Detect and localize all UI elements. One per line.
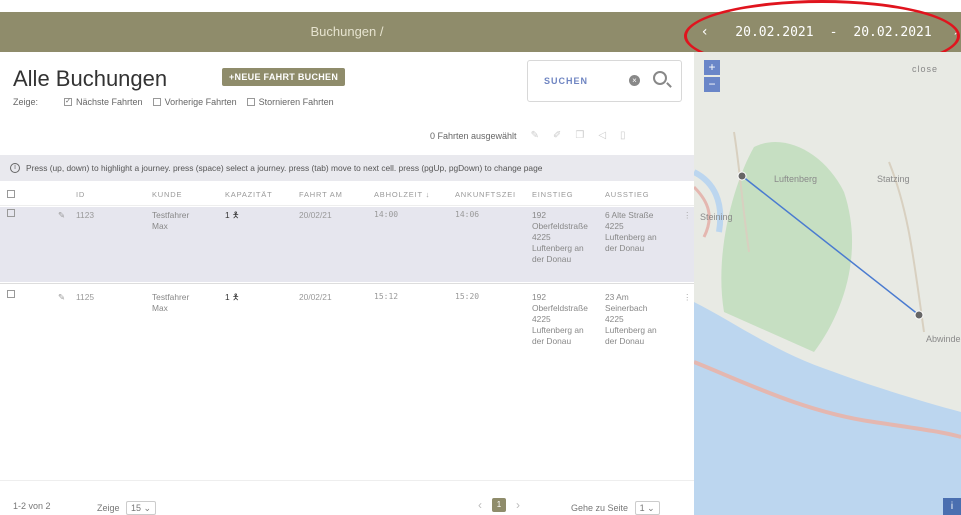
- cell-id: 1125: [76, 292, 95, 302]
- cell-fahrt-am: 20/02/21: [299, 292, 332, 302]
- person-icon: 🯅: [232, 210, 240, 220]
- date-range-picker[interactable]: ‹ 20.02.2021 - 20.02.2021 ›: [700, 12, 961, 52]
- chevron-left-icon[interactable]: ‹: [700, 24, 709, 40]
- header-fahrt-am[interactable]: FAHRT AM: [299, 190, 343, 199]
- cell-abholzeit: 15:12: [374, 292, 399, 301]
- cell-einstieg: 192 Oberfeldstraße 4225 Luftenberg an de…: [532, 210, 588, 264]
- table-footer: 1-2 von 2 Zeige 15 ⌄ ‹ 1 › Gehe zu Seite…: [0, 480, 694, 515]
- cell-ankunftszeit: 15:20: [455, 292, 480, 301]
- close-map-button[interactable]: close: [912, 64, 938, 74]
- header-id[interactable]: ID: [76, 190, 85, 199]
- pin-icon[interactable]: ✎: [531, 130, 539, 141]
- person-icon: 🯅: [232, 292, 240, 302]
- cell-einstieg: 192 Oberfeldstraße 4225 Luftenberg an de…: [532, 292, 588, 346]
- map-label: Luftenberg: [774, 174, 818, 184]
- next-page-button[interactable]: ›: [516, 498, 520, 512]
- dropoff-marker: [914, 310, 924, 320]
- table-header: ID KUNDE KAPAZITÄT FAHRT AM ABHOLZEIT ↓ …: [0, 190, 694, 206]
- row-menu-icon[interactable]: ⋮: [683, 292, 691, 302]
- selected-count: 0 Fahrten ausgewählt: [430, 130, 517, 141]
- date-from[interactable]: 20.02.2021: [735, 25, 813, 40]
- keyboard-hint: i Press (up, down) to highlight a journe…: [0, 155, 694, 181]
- map-label: Abwinde: [926, 334, 961, 344]
- breadcrumb[interactable]: Buchungen /: [0, 12, 694, 52]
- header-ankunftszeit[interactable]: ANKUNFTSZEI: [455, 190, 516, 199]
- current-page-button[interactable]: 1: [492, 498, 506, 512]
- pagination: ‹ 1 ›: [478, 498, 520, 512]
- top-bar: Buchungen / ‹ 20.02.2021 - 20.02.2021 ›: [0, 12, 961, 52]
- filter-previous-trips[interactable]: Vorherige Fahrten: [152, 97, 237, 107]
- cell-kapazitaet: 1 🯅: [225, 210, 240, 220]
- date-to[interactable]: 20.02.2021: [853, 25, 931, 40]
- copy-icon[interactable]: ❐: [575, 130, 584, 141]
- cell-fahrt-am: 20/02/21: [299, 210, 332, 220]
- row-menu-icon[interactable]: ⋮: [683, 210, 691, 220]
- checkbox-checked-icon[interactable]: ✓: [64, 98, 73, 106]
- header-abholzeit[interactable]: ABHOLZEIT ↓: [374, 190, 430, 199]
- table-row[interactable]: ✎ 1123 Testfahrer Max 1 🯅 20/02/21 14:00 …: [0, 207, 694, 282]
- new-booking-button[interactable]: +NEUE FAHRT BUCHEN: [222, 68, 346, 86]
- table-row[interactable]: ✎ 1125 Testfahrer Max 1 🯅 20/02/21 15:12 …: [0, 283, 694, 373]
- map-canvas[interactable]: [694, 52, 961, 515]
- map-label: Steining: [700, 212, 733, 222]
- goto-page-select[interactable]: 1 ⌄: [634, 501, 660, 515]
- filter-cancelled-trips[interactable]: Stornieren Fahrten: [246, 97, 334, 107]
- cell-ankunftszeit: 14:06: [455, 210, 480, 219]
- goto-page-control: Gehe zu Seite 1 ⌄: [571, 501, 660, 515]
- filter-next-trips[interactable]: ✓ Nächste Fahrten: [64, 97, 143, 107]
- selection-toolbar: 0 Fahrten ausgewählt ✎ ✐ ❐ ◁ ▯: [430, 130, 626, 141]
- header-kunde[interactable]: KUNDE: [152, 190, 182, 199]
- result-range: 1-2 von 2: [13, 501, 51, 511]
- prev-page-button[interactable]: ‹: [478, 498, 482, 512]
- map-label: Statzing: [877, 174, 910, 184]
- delete-icon[interactable]: ▯: [620, 130, 626, 141]
- date-separator: -: [829, 24, 838, 40]
- checkbox-icon[interactable]: [246, 98, 255, 106]
- checkbox-icon[interactable]: [152, 98, 161, 106]
- cell-ausstieg: 23 Am Seinerbach 4225 Luftenberg an der …: [605, 292, 657, 346]
- pickup-marker: [737, 171, 747, 181]
- pencil-icon[interactable]: ✎: [58, 292, 65, 302]
- zoom-out-button[interactable]: −: [704, 77, 720, 92]
- zoom-in-button[interactable]: +: [704, 60, 720, 75]
- header-ausstieg[interactable]: AUSSTIEG: [605, 190, 649, 199]
- header-kapazitaet[interactable]: KAPAZITÄT: [225, 190, 272, 199]
- search-icon[interactable]: [653, 71, 667, 85]
- cell-kunde: Testfahrer Max: [152, 292, 190, 313]
- info-icon: i: [10, 163, 20, 173]
- pencil-icon[interactable]: ✎: [58, 210, 65, 220]
- filter-row: Zeige: ✓ Nächste Fahrten Vorherige Fahrte…: [13, 97, 344, 107]
- cell-id: 1123: [76, 210, 95, 220]
- clear-icon[interactable]: ×: [629, 75, 640, 86]
- cell-kunde: Testfahrer Max: [152, 210, 190, 231]
- search-box[interactable]: SUCHEN ×: [527, 60, 682, 102]
- route-map[interactable]: + − close Luftenberg Statzing Steining A…: [694, 52, 961, 515]
- page-size-control: Zeige 15 ⌄: [97, 501, 157, 515]
- map-info-button[interactable]: i: [943, 498, 961, 515]
- cell-kapazitaet: 1 🯅: [225, 292, 240, 302]
- header-einstieg[interactable]: EINSTIEG: [532, 190, 573, 199]
- page-title: Alle Buchungen: [13, 66, 168, 91]
- page-size-select[interactable]: 15 ⌄: [126, 501, 157, 515]
- bookings-panel: Alle Buchungen +NEUE FAHRT BUCHEN Zeige:…: [0, 52, 694, 515]
- share-icon[interactable]: ◁: [598, 130, 606, 141]
- cell-ausstieg: 6 Alte Straße 4225 Luftenberg an der Don…: [605, 210, 657, 253]
- chevron-right-icon[interactable]: ›: [952, 24, 961, 40]
- edit-icon[interactable]: ✐: [553, 130, 561, 141]
- search-input[interactable]: SUCHEN: [544, 76, 588, 86]
- show-label: Zeige:: [13, 97, 39, 107]
- cell-abholzeit: 14:00: [374, 210, 399, 219]
